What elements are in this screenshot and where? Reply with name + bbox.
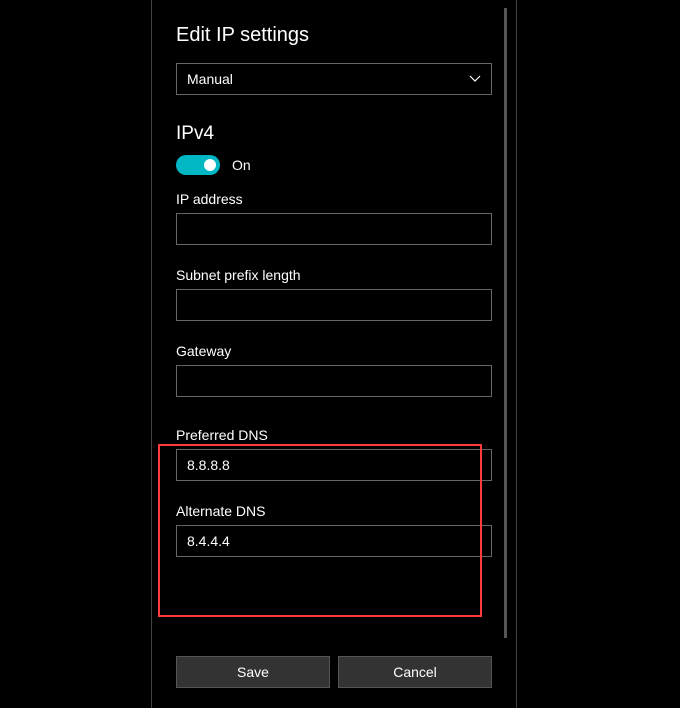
settings-panel: Edit IP settings Manual IPv4 On IP addre… xyxy=(151,0,517,708)
ip-address-label: IP address xyxy=(176,191,492,207)
ipv4-toggle-row: On xyxy=(176,155,492,175)
dns-section: Preferred DNS Alternate DNS xyxy=(176,419,492,579)
ipv4-heading: IPv4 xyxy=(176,123,492,145)
chevron-down-icon xyxy=(469,73,481,85)
subnet-label: Subnet prefix length xyxy=(176,267,492,283)
ip-mode-select[interactable]: Manual xyxy=(176,63,492,95)
scrollbar[interactable] xyxy=(504,8,507,638)
ip-address-input[interactable] xyxy=(176,213,492,245)
alternate-dns-input[interactable] xyxy=(176,525,492,557)
alternate-dns-label: Alternate DNS xyxy=(176,503,492,519)
preferred-dns-label: Preferred DNS xyxy=(176,427,492,443)
dialog-title: Edit IP settings xyxy=(176,24,492,47)
gateway-label: Gateway xyxy=(176,343,492,359)
dialog-footer: Save Cancel xyxy=(176,656,492,688)
subnet-input[interactable] xyxy=(176,289,492,321)
gateway-input[interactable] xyxy=(176,365,492,397)
toggle-knob xyxy=(204,159,216,171)
save-button[interactable]: Save xyxy=(176,656,330,688)
panel-content: Edit IP settings Manual IPv4 On IP addre… xyxy=(152,0,516,579)
ip-mode-selected: Manual xyxy=(187,71,233,87)
preferred-dns-input[interactable] xyxy=(176,449,492,481)
cancel-button[interactable]: Cancel xyxy=(338,656,492,688)
ipv4-toggle[interactable] xyxy=(176,155,220,175)
ipv4-toggle-label: On xyxy=(232,157,251,173)
